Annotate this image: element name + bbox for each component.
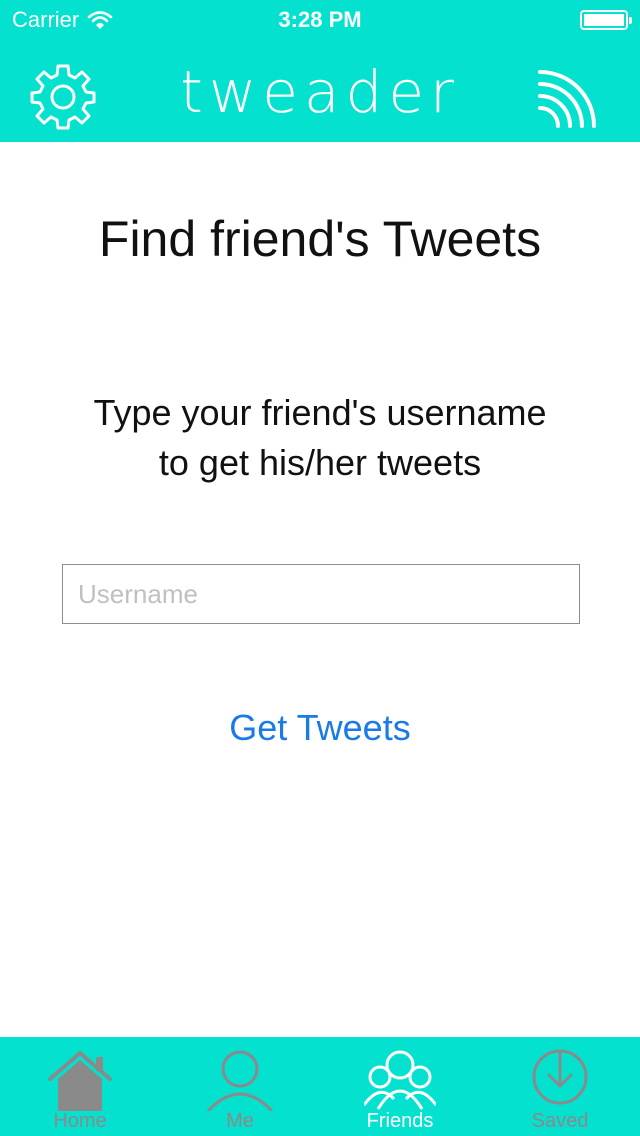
rss-feed-icon — [538, 70, 596, 128]
friends-icon — [364, 1050, 436, 1110]
screen: Carrier 3:28 PM tweader Find friend's Tw… — [0, 0, 640, 1136]
username-input[interactable] — [62, 564, 580, 624]
tab-me[interactable]: Me — [160, 1037, 320, 1136]
tab-bar: Home Me Friends Saved — [0, 1037, 640, 1136]
instructions: Type your friend's username to get his/h… — [60, 388, 580, 488]
header: Carrier 3:28 PM tweader — [0, 0, 640, 142]
tab-home-label: Home — [53, 1110, 107, 1132]
download-icon — [532, 1049, 588, 1105]
person-icon — [206, 1050, 274, 1111]
tab-friends[interactable]: Friends — [320, 1037, 480, 1136]
tab-friends-label: Friends — [366, 1110, 434, 1132]
nav-bar: tweader — [0, 40, 640, 142]
tab-saved-label: Saved — [531, 1110, 589, 1132]
page-title: Find friend's Tweets — [98, 211, 542, 267]
feed-button[interactable] — [536, 64, 606, 130]
status-time: 3:28 PM — [278, 7, 362, 32]
tab-me-label: Me — [226, 1110, 254, 1132]
get-tweets-button[interactable]: Get Tweets — [170, 700, 470, 756]
tab-saved[interactable]: Saved — [480, 1037, 640, 1136]
status-bar: Carrier 3:28 PM — [0, 0, 640, 40]
home-icon — [48, 1051, 112, 1111]
battery-icon — [580, 10, 632, 30]
instruction-line-1: Type your friend's username — [93, 392, 547, 433]
instruction-line-2: to get his/her tweets — [158, 442, 482, 483]
tab-home[interactable]: Home — [0, 1037, 160, 1136]
